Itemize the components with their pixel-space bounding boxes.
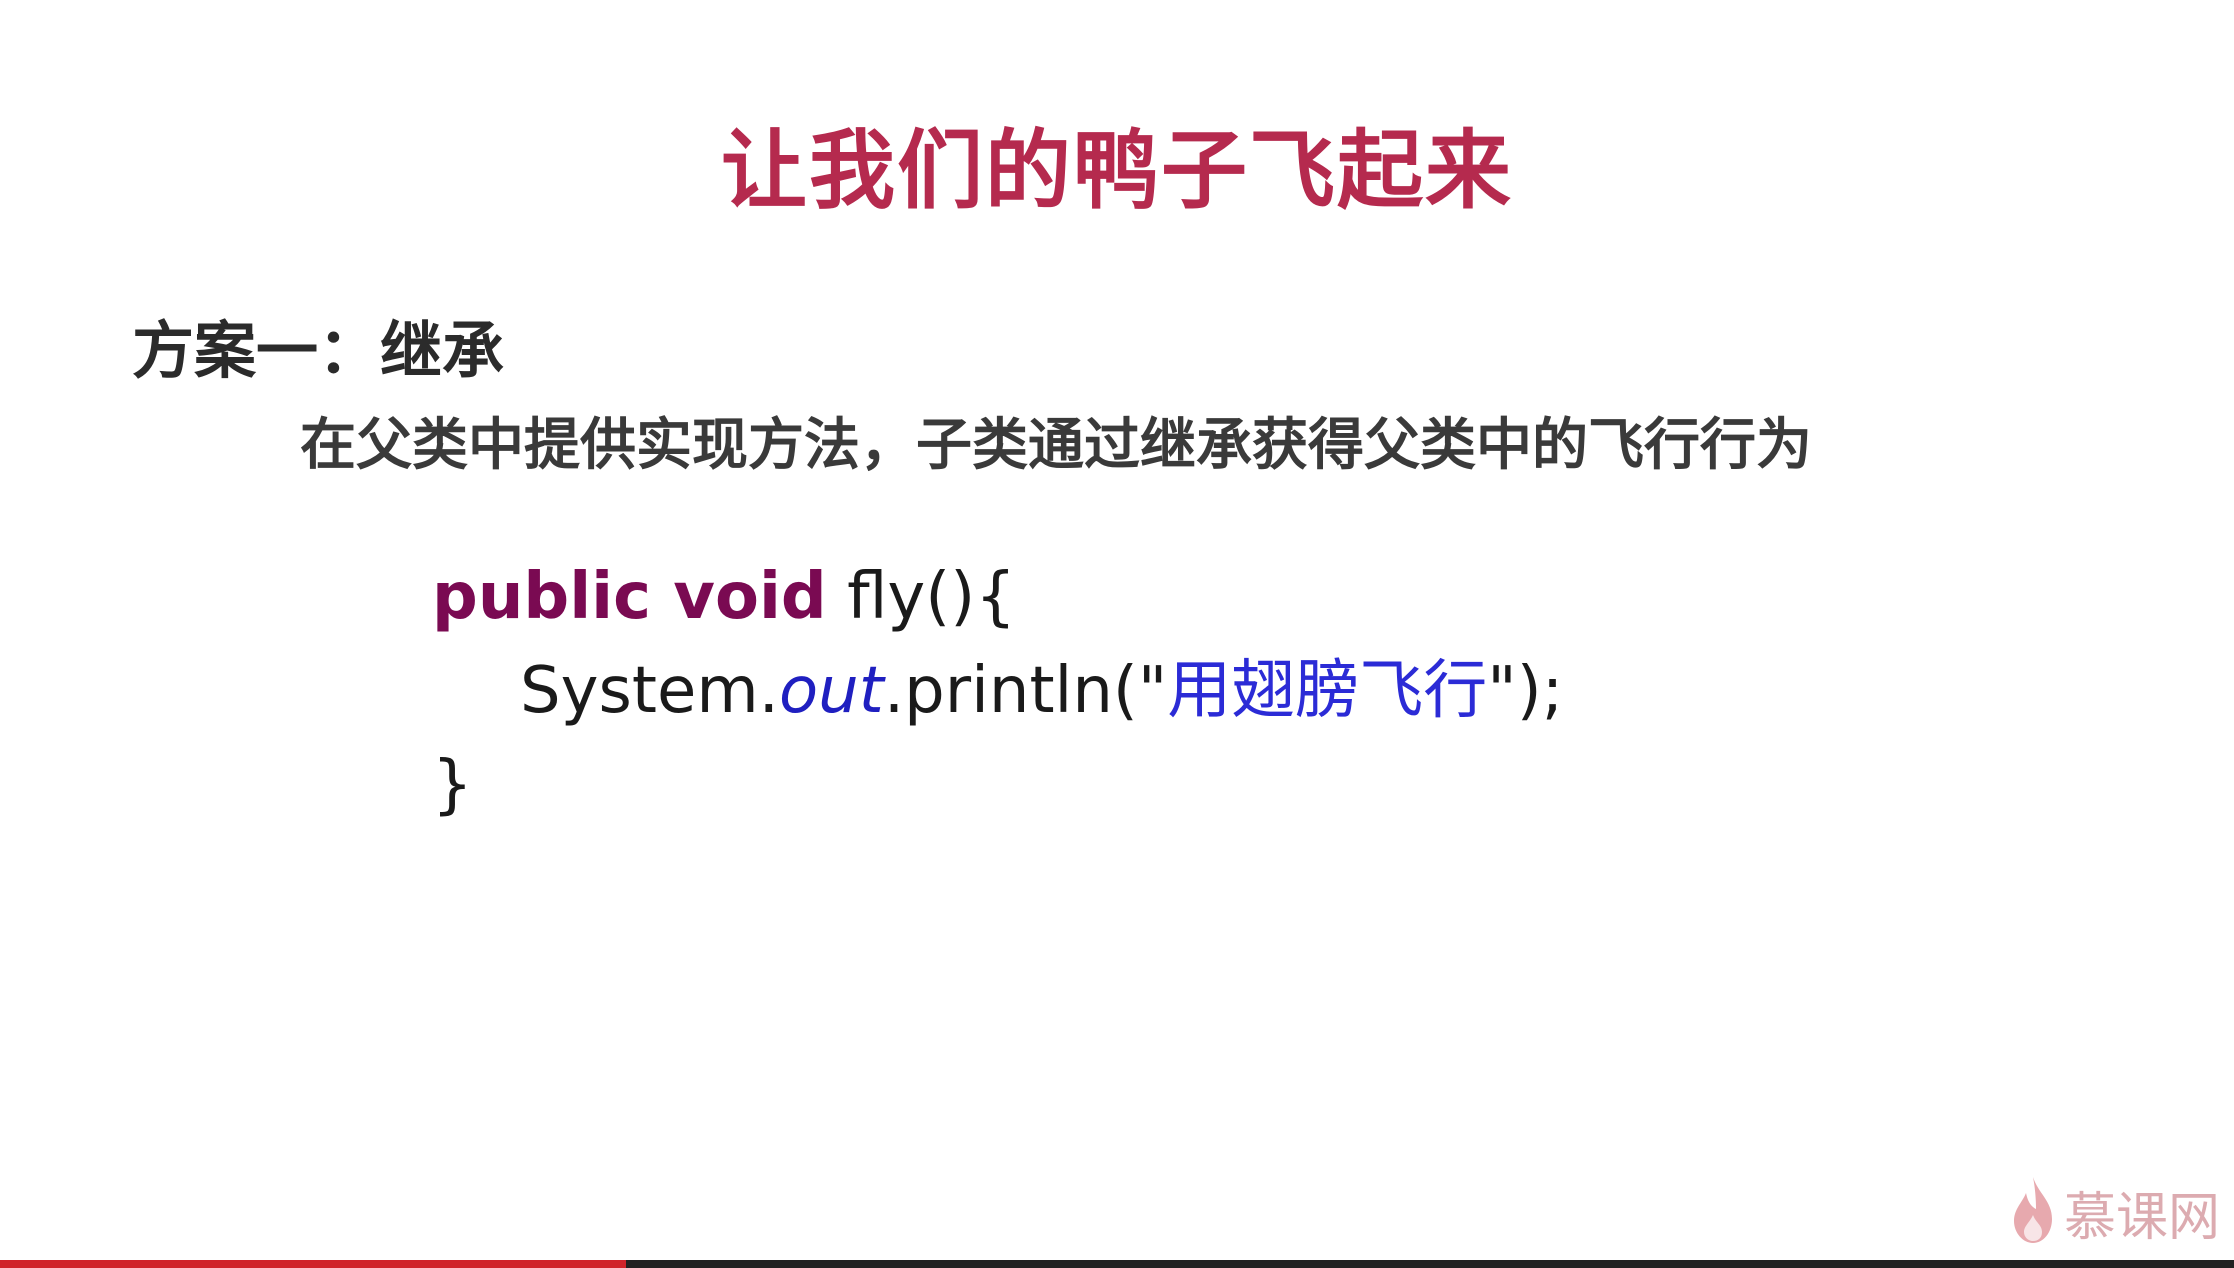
code-keyword: public void bbox=[432, 560, 827, 634]
code-method: .println(" bbox=[883, 654, 1168, 728]
video-progress-fill bbox=[0, 1260, 626, 1268]
code-string: 用翅膀飞行 bbox=[1167, 654, 1488, 728]
code-line-1: public void fly(){ bbox=[432, 550, 1563, 644]
code-line-3: } bbox=[432, 738, 1563, 832]
code-block: public void fly(){ System.out.println("用… bbox=[432, 550, 1563, 832]
slide-title: 让我们的鸭子飞起来 bbox=[721, 121, 1513, 221]
video-progress-bar[interactable] bbox=[0, 1260, 2234, 1268]
slide-canvas: 让我们的鸭子飞起来 方案一：继承 在父类中提供实现方法，子类通过继承获得父类中的… bbox=[0, 0, 2234, 1268]
code-system: System. bbox=[520, 654, 779, 728]
code-suffix: "); bbox=[1487, 654, 1564, 728]
code-field: out bbox=[779, 654, 884, 728]
watermark-text: 慕课网 bbox=[2063, 1188, 2220, 1248]
watermark-logo: 慕课网 bbox=[2008, 1175, 2220, 1250]
code-method-signature: fly(){ bbox=[826, 560, 1016, 634]
code-closing-brace: } bbox=[432, 748, 473, 822]
flame-icon bbox=[2008, 1175, 2058, 1250]
section-heading: 方案一：继承 bbox=[132, 314, 505, 387]
code-line-2: System.out.println("用翅膀飞行"); bbox=[432, 644, 1563, 738]
section-description: 在父类中提供实现方法，子类通过继承获得父类中的飞行行为 bbox=[300, 413, 1812, 478]
